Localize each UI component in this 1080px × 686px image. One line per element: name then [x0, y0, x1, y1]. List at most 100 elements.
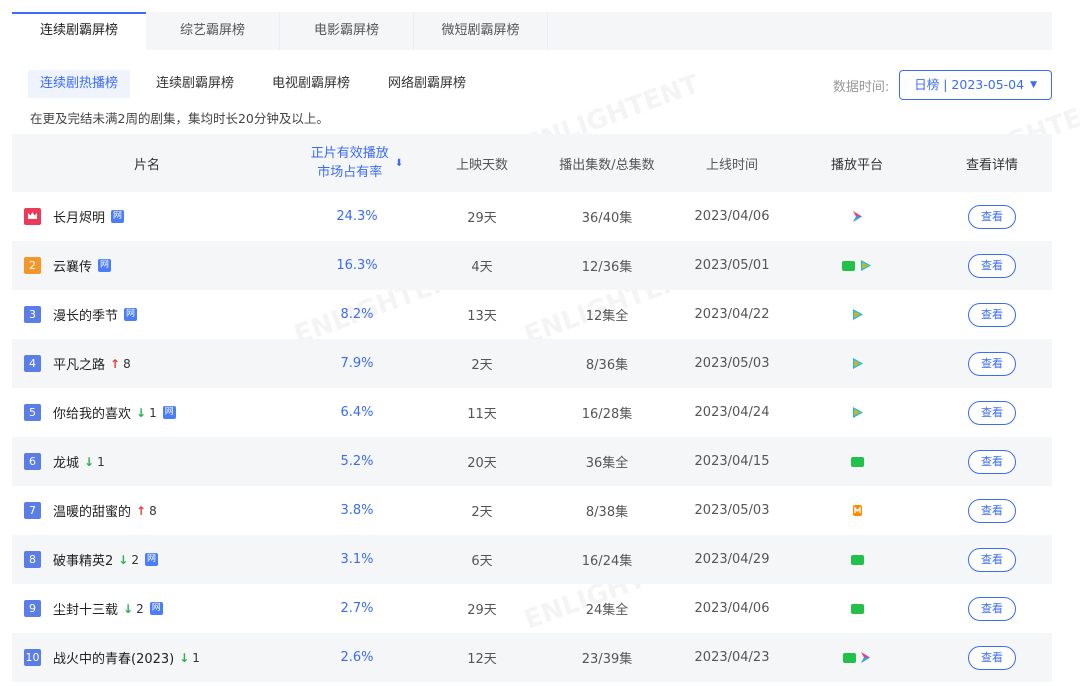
view-detail-button[interactable]: 查看 — [968, 547, 1016, 572]
cell-name: 9 尘封十三载 ↓ 2 网 — [12, 599, 282, 618]
table-row[interactable]: 长月烬明网 24.3% 29天 36/40集 2023/04/06 查看 — [12, 192, 1052, 241]
cell-market-share: 16.3% — [336, 258, 378, 273]
trend-number: 1 — [192, 650, 200, 665]
view-detail-button[interactable]: 查看 — [968, 253, 1016, 278]
cell-name: 2 云襄传网 — [12, 256, 282, 275]
cell-days: 12天 — [467, 652, 497, 667]
show-title[interactable]: 你给我的喜欢 — [53, 403, 131, 422]
table-row[interactable]: 10 战火中的青春(2023) ↓ 1 2.6% 12天 23/39集 2023/04/23 查… — [12, 633, 1052, 682]
cell-release-date: 2023/05/03 — [694, 503, 770, 518]
view-detail-button[interactable]: 查看 — [968, 351, 1016, 376]
rank-badge: 3 — [24, 306, 41, 323]
rank-trend: ↓ 2 — [118, 553, 139, 567]
cell-days: 20天 — [467, 456, 497, 471]
table-row[interactable]: 6 龙城 ↓ 1 5.2% 20天 36集全 2023/04/15 查看 — [12, 437, 1052, 486]
web-drama-badge: 网 — [144, 553, 158, 566]
show-title[interactable]: 破事精英2 — [53, 550, 113, 569]
header-days: 上映天数 — [455, 157, 508, 173]
table-header: 片名 正片有效播放 市场占有率 ⬇ 上映天数 播出集数/总集数 上线时间 播放平… — [12, 134, 1052, 192]
show-title[interactable]: 云襄传 — [53, 256, 92, 275]
subtab-series-dominance[interactable]: 连续剧霸屏榜 — [144, 70, 246, 98]
sub-tab-bar: 连续剧热播榜 连续剧霸屏榜 电视剧霸屏榜 网络剧霸屏榜 — [28, 70, 492, 98]
trend-number: 8 — [123, 356, 131, 371]
table-row[interactable]: 4 平凡之路 ↑ 8 7.9% 2天 8/36集 2023/05/03 查看 — [12, 339, 1052, 388]
view-detail-button[interactable]: 查看 — [968, 596, 1016, 621]
view-detail-button[interactable]: 查看 — [968, 449, 1016, 474]
table-row[interactable]: 9 尘封十三载 ↓ 2 网 2.7% 29天 24集全 2023/04/06 查看 — [12, 584, 1052, 633]
cell-release-date: 2023/04/23 — [694, 650, 770, 665]
web-drama-badge: 网 — [149, 602, 163, 615]
show-title[interactable]: 尘封十三载 — [53, 599, 118, 618]
view-detail-button[interactable]: 查看 — [968, 498, 1016, 523]
tab-series-dominance[interactable]: 连续剧霸屏榜 — [12, 12, 146, 50]
cell-days: 11天 — [467, 407, 497, 422]
trend-number: 1 — [149, 405, 157, 420]
date-label: 数据时间: — [832, 79, 890, 95]
cell-days: 13天 — [467, 309, 497, 324]
cell-platforms — [782, 504, 932, 517]
show-title[interactable]: 战火中的青春(2023) — [53, 648, 174, 667]
tencent-video-icon — [859, 259, 872, 272]
show-title[interactable]: 平凡之路 — [53, 354, 105, 373]
cell-market-share: 3.1% — [340, 552, 374, 567]
cell-name: 长月烬明网 — [12, 207, 282, 226]
header-detail: 查看详情 — [965, 157, 1018, 173]
cell-release-date: 2023/04/06 — [694, 601, 770, 616]
table-row[interactable]: 7 温暖的甜蜜的 ↑ 8 3.8% 2天 8/38集 2023/05/03 查看 — [12, 486, 1052, 535]
date-value: 日榜 | 2023-05-04 — [914, 77, 1025, 92]
cell-detail: 查看 — [932, 253, 1052, 278]
cell-days: 29天 — [467, 603, 497, 618]
rank-trend: ↓ 2 — [123, 602, 144, 616]
sort-down-icon[interactable]: ⬇ — [395, 154, 403, 173]
subtab-series-hot[interactable]: 连续剧热播榜 — [28, 70, 131, 98]
table-row[interactable]: 5 你给我的喜欢 ↓ 1 网 6.4% 11天 16/28集 2023/04/24 查看 — [12, 388, 1052, 437]
view-detail-button[interactable]: 查看 — [968, 400, 1016, 425]
header-platform: 播放平台 — [830, 157, 883, 173]
show-title[interactable]: 温暖的甜蜜的 — [53, 501, 131, 520]
cell-platforms — [782, 357, 932, 370]
cell-days: 6天 — [471, 554, 493, 569]
cell-name: 4 平凡之路 ↑ 8 — [12, 354, 282, 373]
subtab-tv-dominance[interactable]: 电视剧霸屏榜 — [260, 70, 362, 98]
trend-number: 1 — [97, 454, 105, 469]
cell-detail: 查看 — [932, 449, 1052, 474]
cell-platforms — [782, 456, 932, 467]
view-detail-button[interactable]: 查看 — [968, 204, 1016, 229]
header-share-line1: 正片有效播放 — [310, 146, 389, 161]
table-row[interactable]: 3 漫长的季节网 8.2% 13天 12集全 2023/04/22 查看 — [12, 290, 1052, 339]
table-body: 长月烬明网 24.3% 29天 36/40集 2023/04/06 查看 2 云襄传网 16.3… — [12, 192, 1052, 682]
subtab-web-dominance[interactable]: 网络剧霸屏榜 — [376, 70, 478, 98]
cell-days: 4天 — [471, 260, 493, 275]
header-share-line2: 市场占有率 — [317, 165, 383, 180]
cell-release-date: 2023/04/24 — [694, 405, 770, 420]
cell-episodes: 8/38集 — [585, 505, 629, 520]
cell-market-share: 6.4% — [340, 405, 374, 420]
cell-release-date: 2023/04/15 — [694, 454, 770, 469]
caret-down-icon: ▼ — [1030, 80, 1037, 90]
cell-market-share: 5.2% — [340, 454, 374, 469]
web-drama-badge: 网 — [98, 259, 112, 272]
view-detail-button[interactable]: 查看 — [968, 302, 1016, 327]
arrow-up-icon: ↑ — [110, 356, 121, 371]
cell-platforms — [782, 406, 932, 419]
tab-micro-drama-dominance[interactable]: 微短剧霸屏榜 — [414, 12, 548, 50]
show-title[interactable]: 龙城 — [53, 452, 79, 471]
web-drama-badge: 网 — [111, 210, 125, 223]
view-detail-button[interactable]: 查看 — [968, 645, 1016, 670]
table-row[interactable]: 8 破事精英2 ↓ 2 网 3.1% 6天 16/24集 2023/04/29 查看 — [12, 535, 1052, 584]
cell-name: 7 温暖的甜蜜的 ↑ 8 — [12, 501, 282, 520]
cell-name: 8 破事精英2 ↓ 2 网 — [12, 550, 282, 569]
show-title[interactable]: 漫长的季节 — [53, 305, 118, 324]
tab-movie-dominance[interactable]: 电影霸屏榜 — [280, 12, 414, 50]
date-select[interactable]: 日榜 | 2023-05-04 ▼ — [899, 70, 1052, 100]
show-title[interactable]: 长月烬明 — [53, 207, 105, 226]
rank-trend: ↑ 8 — [136, 504, 157, 518]
cell-release-date: 2023/04/22 — [694, 307, 770, 322]
rank-badge: 8 — [24, 551, 41, 568]
header-market-share[interactable]: 正片有效播放 市场占有率 ⬇ — [282, 144, 432, 182]
table-row[interactable]: 2 云襄传网 16.3% 4天 12/36集 2023/05/01 查看 — [12, 241, 1052, 290]
iqiyi-icon — [850, 554, 864, 565]
tencent-video-icon — [851, 308, 864, 321]
cell-episodes: 36集全 — [585, 456, 629, 471]
tab-variety-dominance[interactable]: 综艺霸屏榜 — [146, 12, 280, 50]
